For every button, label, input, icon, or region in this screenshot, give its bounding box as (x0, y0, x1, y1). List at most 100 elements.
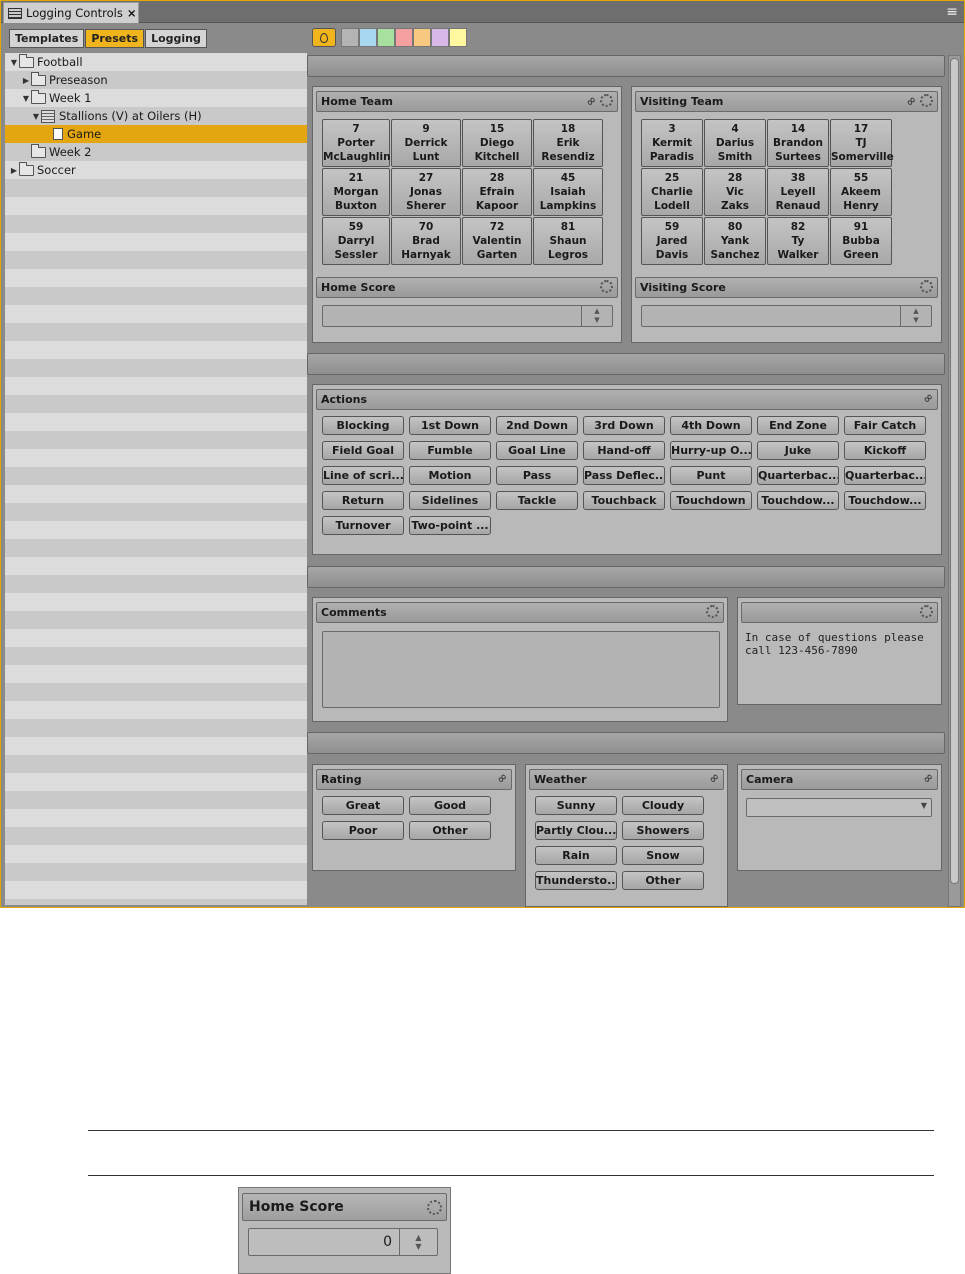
section-bar-teams[interactable] (307, 55, 945, 77)
actions-button[interactable]: Pass Deflec... (583, 466, 665, 485)
tab-logging-controls[interactable]: Logging Controls × (3, 2, 139, 23)
player-button[interactable]: 28 Efrain Kapoor (462, 168, 532, 216)
link-icon[interactable]: ∞ (706, 770, 723, 787)
rating-button[interactable]: Good (409, 796, 491, 815)
tree-item[interactable]: ▶ Soccer (5, 161, 307, 179)
player-button[interactable]: 59 Darryl Sessler (322, 217, 390, 265)
player-button[interactable]: 18 Erik Resendiz (533, 119, 603, 167)
tree-item[interactable]: Week 2 (5, 143, 307, 161)
tree-item[interactable]: ▼ Stallions (V) at Oilers (H) (5, 107, 307, 125)
color-swatch[interactable] (359, 28, 377, 47)
tree-item[interactable]: ▶ Preseason (5, 71, 307, 89)
actions-button[interactable]: Two-point ... (409, 516, 491, 535)
actions-button[interactable]: 4th Down (670, 416, 752, 435)
expanded-triangle-icon[interactable]: ▼ (31, 112, 41, 121)
player-button[interactable]: 59 Jared Davis (641, 217, 703, 265)
color-swatch[interactable] (395, 28, 413, 47)
link-icon[interactable]: ∞ (920, 390, 937, 407)
actions-button[interactable]: Goal Line (496, 441, 578, 460)
actions-button[interactable]: Return (322, 491, 404, 510)
color-drop-button[interactable] (312, 28, 336, 47)
player-button[interactable]: 15 Diego Kitchell (462, 119, 532, 167)
color-swatch[interactable] (449, 28, 467, 47)
spin-down-icon[interactable]: ▼ (913, 316, 918, 325)
mode-button-presets[interactable]: Presets (85, 29, 145, 48)
expanded-triangle-icon[interactable]: ▼ (9, 58, 19, 67)
section-bar-comments[interactable] (307, 566, 945, 588)
actions-button[interactable]: Juke (757, 441, 839, 460)
actions-button[interactable]: Blocking (322, 416, 404, 435)
comments-textarea[interactable] (322, 631, 720, 708)
tree-item[interactable]: ▼ Week 1 (5, 89, 307, 107)
collapsed-triangle-icon[interactable]: ▶ (9, 166, 19, 175)
home-score-field[interactable]: ▲ ▼ (322, 305, 613, 327)
player-button[interactable]: 14 Brandon Surtees (767, 119, 829, 167)
mode-button-templates[interactable]: Templates (9, 29, 85, 48)
player-button[interactable]: 27 Jonas Sherer (391, 168, 461, 216)
actions-button[interactable]: Touchback (583, 491, 665, 510)
gear-icon[interactable] (600, 94, 613, 107)
visiting-score-stepper[interactable]: ▲ ▼ (900, 306, 931, 326)
player-button[interactable]: 3 Kermit Paradis (641, 119, 703, 167)
actions-button[interactable]: Turnover (322, 516, 404, 535)
player-button[interactable]: 7 Porter McLaughlin (322, 119, 391, 167)
collapsed-triangle-icon[interactable]: ▶ (21, 76, 31, 85)
camera-select[interactable]: ▼ (746, 798, 932, 817)
spin-up-icon[interactable]: ▲ (594, 307, 599, 316)
actions-button[interactable]: Touchdow... (757, 491, 839, 510)
color-swatch[interactable] (341, 28, 359, 47)
player-button[interactable]: 38 Leyell Renaud (767, 168, 829, 216)
player-button[interactable]: 91 Bubba Green (830, 217, 892, 265)
link-icon[interactable]: ∞ (494, 770, 511, 787)
weather-button[interactable]: Other (622, 871, 704, 890)
player-button[interactable]: 9 Derrick Lunt (391, 119, 461, 167)
player-button[interactable]: 4 Darius Smith (704, 119, 766, 167)
actions-button[interactable]: 3rd Down (583, 416, 665, 435)
gear-icon[interactable] (706, 605, 719, 618)
tree-item[interactable]: ▼ Football (5, 53, 307, 71)
gear-icon[interactable] (920, 605, 933, 618)
section-bar-actions[interactable] (307, 353, 945, 375)
actions-button[interactable]: Motion (409, 466, 491, 485)
actions-button[interactable]: Fumble (409, 441, 491, 460)
zoom-score-field[interactable]: 0 ▲ ▼ (248, 1228, 438, 1256)
actions-button[interactable]: Fair Catch (844, 416, 926, 435)
weather-button[interactable]: Rain (535, 846, 617, 865)
actions-button[interactable]: Hurry-up O... (670, 441, 752, 460)
spin-down-icon[interactable]: ▼ (594, 316, 599, 325)
weather-button[interactable]: Snow (622, 846, 704, 865)
gear-icon[interactable] (427, 1200, 442, 1215)
actions-button[interactable]: Pass (496, 466, 578, 485)
player-button[interactable]: 45 Isaiah Lampkins (533, 168, 603, 216)
actions-button[interactable]: Hand-off (583, 441, 665, 460)
actions-button[interactable]: Punt (670, 466, 752, 485)
player-button[interactable]: 21 Morgan Buxton (322, 168, 390, 216)
player-button[interactable]: 72 Valentin Garten (462, 217, 532, 265)
weather-button[interactable]: Thundersto... (535, 871, 617, 890)
link-icon[interactable]: ∞ (583, 92, 600, 109)
home-score-stepper[interactable]: ▲ ▼ (581, 306, 612, 326)
actions-button[interactable]: Touchdow... (844, 491, 926, 510)
weather-button[interactable]: Showers (622, 821, 704, 840)
actions-button[interactable]: Kickoff (844, 441, 926, 460)
player-button[interactable]: 28 Vic Zaks (704, 168, 766, 216)
actions-button[interactable]: Sidelines (409, 491, 491, 510)
panel-menu-icon[interactable]: ≡ (946, 4, 958, 20)
mode-button-logging[interactable]: Logging (145, 29, 207, 48)
expanded-triangle-icon[interactable]: ▼ (21, 94, 31, 103)
actions-button[interactable]: Tackle (496, 491, 578, 510)
player-button[interactable]: 25 Charlie Lodell (641, 168, 703, 216)
actions-button[interactable]: Field Goal (322, 441, 404, 460)
actions-button[interactable]: Line of scri... (322, 466, 404, 485)
link-icon[interactable]: ∞ (920, 770, 937, 787)
rating-button[interactable]: Poor (322, 821, 404, 840)
zoom-score-stepper[interactable]: ▲ ▼ (399, 1229, 437, 1255)
vertical-scrollbar[interactable] (948, 55, 961, 907)
gear-icon[interactable] (920, 94, 933, 107)
player-button[interactable]: 55 Akeem Henry (830, 168, 892, 216)
weather-button[interactable]: Partly Clou... (535, 821, 617, 840)
actions-button[interactable]: 1st Down (409, 416, 491, 435)
actions-button[interactable]: Touchdown (670, 491, 752, 510)
actions-button[interactable]: Quarterbac... (757, 466, 839, 485)
player-button[interactable]: 80 Yank Sanchez (704, 217, 766, 265)
